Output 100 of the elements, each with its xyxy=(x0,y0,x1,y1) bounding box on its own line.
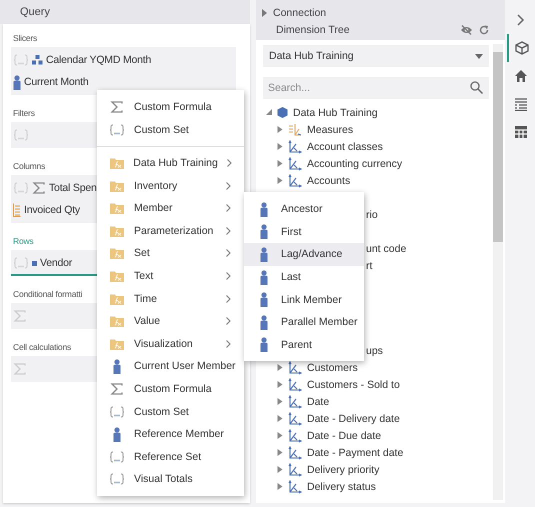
axis-icon xyxy=(288,412,302,426)
menu-item[interactable]: Time xyxy=(97,287,244,310)
axis-icon xyxy=(288,174,302,188)
menu-item[interactable]: Custom Formula xyxy=(97,96,244,119)
menu-item[interactable]: Visual Totals xyxy=(97,468,244,491)
axis-icon xyxy=(288,462,302,476)
field-item[interactable]: Vendor xyxy=(40,257,72,269)
menu-item[interactable]: Custom Formula xyxy=(97,378,244,400)
expand-arrow-icon[interactable] xyxy=(276,143,282,150)
tree-item[interactable]: Customers - Sold to xyxy=(307,378,400,390)
person-icon xyxy=(260,224,268,240)
tree-item[interactable]: rio xyxy=(366,208,378,220)
chevron-icon[interactable] xyxy=(517,14,525,26)
expand-arrow-icon[interactable] xyxy=(276,160,282,167)
panel-title: Dimension Tree xyxy=(276,24,350,36)
section-title[interactable]: Connection xyxy=(273,6,326,18)
refresh-icon[interactable] xyxy=(479,24,489,34)
brace-icon xyxy=(109,450,125,463)
field-item[interactable]: Calendar YQMD Month xyxy=(46,54,152,66)
axis-icon xyxy=(288,360,302,374)
axis-icon xyxy=(288,446,302,460)
menu-item[interactable]: Custom Set xyxy=(97,400,244,423)
menu-item[interactable]: Member xyxy=(97,196,244,220)
scrollbar-thumb[interactable] xyxy=(493,52,503,242)
expand-arrow-icon[interactable] xyxy=(276,432,282,439)
menu-item[interactable]: Custom Set xyxy=(97,118,244,142)
tree-item[interactable]: Customers xyxy=(307,362,358,374)
menu-item[interactable]: Link Member xyxy=(244,288,364,311)
section-label: Slicers xyxy=(13,33,38,43)
tree-item[interactable]: rt xyxy=(366,260,372,272)
section-label: Cell calculations xyxy=(13,342,72,352)
menu-item[interactable]: Visualization xyxy=(97,332,244,356)
brace-icon xyxy=(13,257,29,269)
expand-arrow-icon[interactable] xyxy=(276,381,282,388)
person-icon xyxy=(113,426,121,442)
tree-item[interactable]: Delivery status xyxy=(307,480,376,492)
search-field[interactable]: Search... xyxy=(263,77,489,99)
menu-item[interactable]: Current User Member xyxy=(97,355,244,378)
drop-zone[interactable]: Calendar YQMD Month Current Month xyxy=(11,47,236,95)
brace-icon xyxy=(13,54,29,66)
menu-item[interactable]: Parameterization xyxy=(97,219,244,242)
tree-item[interactable]: Delivery priority xyxy=(307,464,380,476)
tree-item[interactable]: Accounting currency xyxy=(307,158,402,170)
tree-item[interactable]: Account classes xyxy=(307,140,383,152)
person-icon xyxy=(260,314,268,330)
folder-icon xyxy=(110,247,124,260)
menu-item[interactable]: Reference Member xyxy=(97,422,244,446)
brace-icon xyxy=(109,406,125,418)
menu-item[interactable]: First xyxy=(244,220,364,244)
grid-icon[interactable] xyxy=(514,125,528,139)
eye-slash-icon[interactable] xyxy=(460,24,473,34)
tree-item[interactable]: Date xyxy=(307,396,330,408)
menu-item[interactable]: Ancestor xyxy=(244,198,364,221)
menu-item[interactable]: Reference Set xyxy=(97,445,244,468)
axis-icon xyxy=(288,428,302,442)
field-item[interactable]: Invoiced Qty xyxy=(24,204,80,216)
person-icon xyxy=(260,202,268,217)
axis-icon xyxy=(288,140,302,154)
tree-item[interactable]: Date - Due date xyxy=(307,430,382,442)
folder-icon xyxy=(110,202,124,214)
folder-icon xyxy=(110,224,124,237)
cube-dropdown[interactable]: Data Hub Training xyxy=(263,45,489,67)
panel-title: Query xyxy=(20,6,50,18)
menu-item[interactable]: Value xyxy=(97,310,244,332)
expand-arrow-icon[interactable] xyxy=(276,177,282,184)
expand-arrow-icon[interactable] xyxy=(276,466,282,473)
cube-icon[interactable] xyxy=(515,41,529,55)
menu-item[interactable]: Text xyxy=(97,264,244,288)
tree-item[interactable]: Accounts xyxy=(307,174,350,186)
tree-item[interactable]: Measures xyxy=(307,124,354,136)
tree-item[interactable]: Data Hub Training xyxy=(293,106,378,118)
tree-item[interactable]: Date - Delivery date xyxy=(307,412,400,424)
menu-item[interactable]: Last xyxy=(244,266,364,288)
list-icon xyxy=(13,203,21,217)
menu-item[interactable]: Set xyxy=(97,242,244,265)
field-item[interactable]: Current Month xyxy=(24,76,89,88)
tree-item[interactable]: unt code xyxy=(366,242,406,254)
expand-arrow-icon[interactable] xyxy=(276,415,282,422)
expand-arrow-icon[interactable] xyxy=(276,398,282,405)
brace-icon xyxy=(109,473,125,486)
menu-item[interactable]: Data Hub Training xyxy=(97,152,244,174)
tree-item[interactable]: Date - Payment date xyxy=(307,446,404,458)
expand-arrow-icon[interactable] xyxy=(276,126,282,133)
home-icon[interactable] xyxy=(514,69,528,83)
section-label: Conditional formatti xyxy=(13,289,82,299)
expand-arrow-icon[interactable] xyxy=(276,364,282,371)
menu-item[interactable]: Lag/Advance xyxy=(244,243,364,266)
menu-item[interactable]: Parallel Member xyxy=(244,310,364,334)
expand-arrow-icon[interactable] xyxy=(262,8,267,16)
folder-icon xyxy=(110,270,124,282)
dropdown-arrow-icon xyxy=(475,54,483,58)
menu-item[interactable]: Parent xyxy=(244,334,364,356)
expand-arrow-icon[interactable] xyxy=(276,449,282,456)
list-icon[interactable] xyxy=(514,97,528,111)
expand-arrow-icon[interactable] xyxy=(276,483,282,490)
menu-item[interactable]: Inventory xyxy=(97,174,244,197)
collapse-arrow-icon[interactable] xyxy=(266,109,272,116)
field-item[interactable]: Total Spen xyxy=(49,182,97,194)
tree-item[interactable]: ups xyxy=(366,344,383,356)
folder-icon xyxy=(110,338,124,350)
